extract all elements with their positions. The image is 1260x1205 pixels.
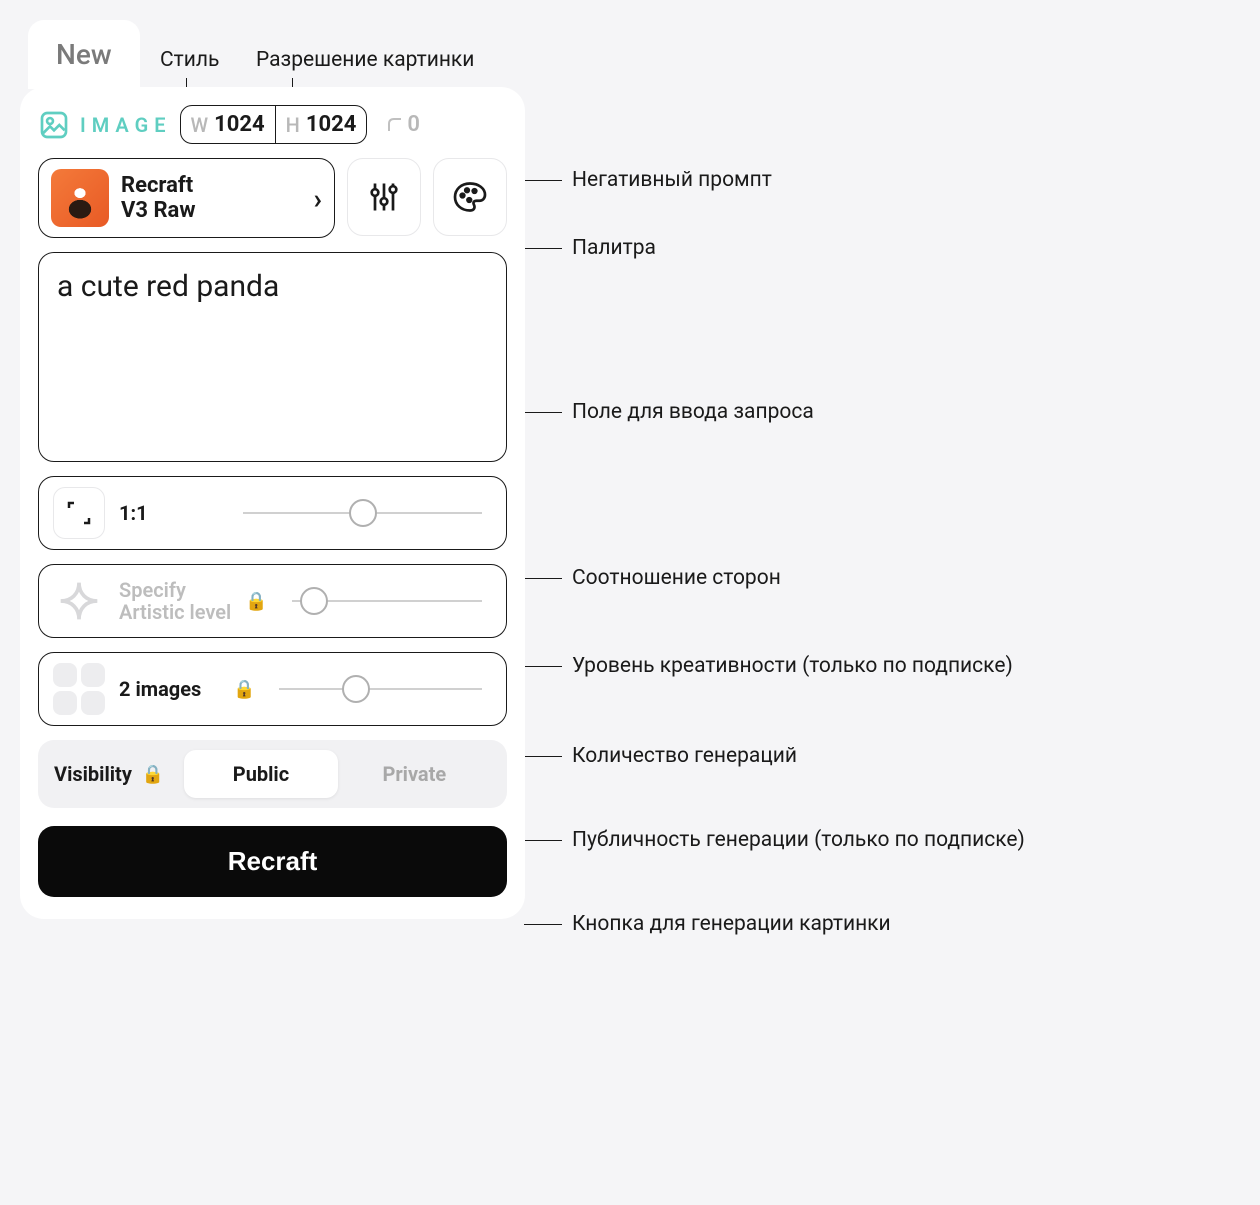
aspect-ratio-icon xyxy=(53,487,105,539)
sparkle-icon xyxy=(53,575,105,627)
slider-thumb[interactable] xyxy=(342,675,370,703)
style-name: Recraft V3 Raw xyxy=(121,173,302,224)
annotation-visibility: Публичность генерации (только по подписк… xyxy=(572,828,1025,852)
width-value: 1024 xyxy=(214,112,265,137)
slider-thumb[interactable] xyxy=(349,499,377,527)
generation-panel: IMAGE W 1024 H 1024 0 Recraft V3 Raw › xyxy=(20,87,525,919)
slider-thumb[interactable] xyxy=(300,587,328,615)
annotation-resolution: Разрешение картинки xyxy=(256,48,474,72)
annotation-prompt: Поле для ввода запроса xyxy=(572,400,814,424)
annotation-count: Количество генераций xyxy=(572,744,797,768)
corner-radius-value: 0 xyxy=(407,112,420,137)
lock-icon: 🔒 xyxy=(233,679,255,700)
annotation-line xyxy=(524,578,562,579)
annotation-line xyxy=(524,756,562,757)
style-avatar xyxy=(51,169,109,227)
annotation-creativity: Уровень креативности (только по подписке… xyxy=(572,654,1013,678)
corner-radius-box[interactable]: 0 xyxy=(379,106,428,143)
height-label: H xyxy=(286,113,300,137)
height-box[interactable]: H 1024 xyxy=(275,106,367,143)
dimensions-group[interactable]: W 1024 H 1024 xyxy=(180,105,368,144)
aspect-ratio-label: 1:1 xyxy=(119,502,219,524)
image-count-label: 2 images xyxy=(119,678,219,700)
artistic-level-row[interactable]: Specify Artistic level 🔒 xyxy=(38,564,507,638)
mode-label: IMAGE xyxy=(80,113,172,137)
generate-button[interactable]: Recraft xyxy=(38,826,507,897)
annotation-aspect-ratio: Соотношение сторон xyxy=(572,566,781,590)
annotation-negative-prompt: Негативный промпт xyxy=(572,168,772,192)
header-row: IMAGE W 1024 H 1024 0 xyxy=(38,105,507,144)
annotation-generate: Кнопка для генерации картинки xyxy=(572,912,891,936)
chevron-right-icon: › xyxy=(314,182,322,215)
lock-icon: 🔒 xyxy=(245,591,267,612)
prompt-text: a cute red panda xyxy=(57,269,279,304)
annotation-line xyxy=(524,924,562,925)
corner-radius-icon xyxy=(387,117,403,133)
grid-icon xyxy=(53,663,105,715)
annotation-line xyxy=(524,412,562,413)
height-value: 1024 xyxy=(306,112,357,137)
image-count-row[interactable]: 2 images 🔒 xyxy=(38,652,507,726)
aspect-ratio-slider[interactable] xyxy=(243,512,482,514)
style-row: Recraft V3 Raw › xyxy=(38,158,507,238)
annotation-line xyxy=(524,840,562,841)
generate-label: Recraft xyxy=(228,846,318,876)
sliders-icon xyxy=(366,179,402,215)
visibility-label: Visibility xyxy=(54,762,132,786)
prompt-input[interactable]: a cute red panda xyxy=(38,252,507,462)
negative-prompt-button[interactable] xyxy=(347,158,421,236)
palette-button[interactable] xyxy=(433,158,507,236)
lock-icon: 🔒 xyxy=(142,764,164,785)
visibility-row: Visibility 🔒 Public Private xyxy=(38,740,507,808)
width-box[interactable]: W 1024 xyxy=(181,106,275,143)
image-mode-icon xyxy=(38,109,70,141)
artistic-level-label: Specify Artistic level xyxy=(119,579,231,623)
image-count-slider[interactable] xyxy=(279,688,482,690)
visibility-toggle[interactable]: Public Private xyxy=(184,750,491,798)
aspect-ratio-row[interactable]: 1:1 xyxy=(38,476,507,550)
style-selector[interactable]: Recraft V3 Raw › xyxy=(38,158,335,238)
annotation-style: Стиль xyxy=(160,48,219,72)
tab-label: New xyxy=(56,38,112,71)
artistic-level-slider[interactable] xyxy=(292,600,482,602)
annotation-line xyxy=(524,666,562,667)
annotation-palette: Палитра xyxy=(572,236,656,260)
visibility-private[interactable]: Private xyxy=(338,750,491,798)
visibility-public[interactable]: Public xyxy=(184,750,337,798)
width-label: W xyxy=(191,113,209,137)
tab-new[interactable]: New xyxy=(28,20,140,89)
palette-icon xyxy=(452,179,488,215)
